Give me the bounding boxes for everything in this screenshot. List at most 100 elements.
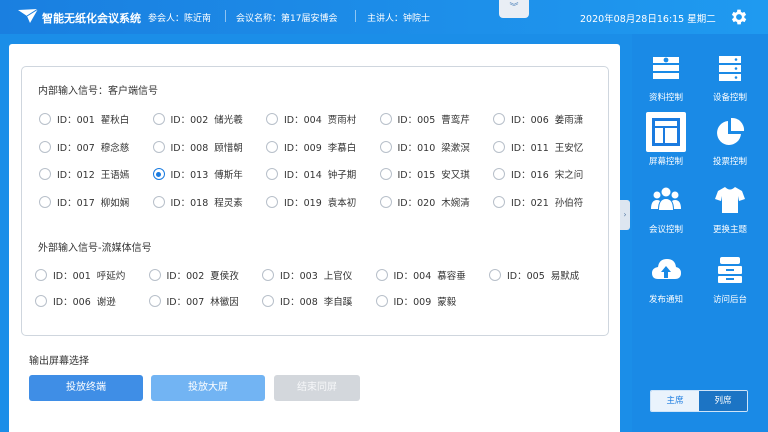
signal-option[interactable]: ID：010 梁漱溟: [379, 139, 470, 155]
sidebar-item-screen-control[interactable]: 屏幕控制: [636, 106, 696, 172]
radio-button[interactable]: [262, 269, 274, 281]
sidebar: 资料控制 设备控制 屏幕控制 投票控制 会议控制 更换主题 发布通知 访问后台 …: [632, 34, 768, 432]
signal-option[interactable]: ID：003 上官仪: [262, 267, 352, 283]
signal-option[interactable]: ID：001 翟秋白: [39, 111, 129, 127]
signal-id: ID：008: [280, 297, 318, 308]
radio-button[interactable]: [375, 269, 388, 281]
sidebar-item-access-backend[interactable]: 访问后台: [700, 244, 760, 310]
signal-option[interactable]: ID：009 李慕白: [266, 139, 356, 155]
cast-to-big-screen-button[interactable]: 投放大屏: [151, 375, 265, 401]
attendee-role-tab[interactable]: 列席: [699, 391, 747, 411]
sidebar-item-meeting-control[interactable]: 会议控制: [636, 174, 696, 240]
radio-button[interactable]: [375, 295, 388, 307]
sidebar-item-vote-control[interactable]: 投票控制: [700, 106, 760, 172]
radio-button[interactable]: [379, 195, 392, 208]
radio-button[interactable]: [39, 140, 51, 153]
radio-button[interactable]: [379, 168, 392, 180]
radio-button[interactable]: [35, 295, 47, 307]
signal-option[interactable]: ID：018 程灵素: [152, 194, 243, 210]
sidebar-item-device-control[interactable]: 设备控制: [700, 42, 760, 108]
radio-button[interactable]: [35, 269, 47, 281]
signal-option[interactable]: ID：005 曹鸾芹: [379, 111, 470, 127]
signal-option[interactable]: ID：017 柳如娴: [39, 194, 129, 210]
signal-id: ID：016: [511, 170, 549, 181]
signal-id: ID：005: [397, 115, 436, 126]
sidebar-item-label: 屏幕控制: [648, 157, 683, 167]
radio-button[interactable]: [262, 295, 274, 307]
signal-option[interactable]: ID：007 穆念慈: [39, 139, 129, 155]
radio-button[interactable]: [379, 113, 392, 125]
sidebar-item-change-theme[interactable]: 更换主题: [700, 174, 760, 240]
signal-option[interactable]: ID：005 易默成: [489, 267, 579, 283]
signal-option[interactable]: ID：015 安又琪: [379, 166, 470, 182]
signal-option[interactable]: ID：001 呼延灼: [35, 267, 125, 283]
signal-id: ID：001: [53, 271, 91, 282]
signal-id: ID：002: [166, 271, 205, 282]
date-time: 2020年08月28日16:15 星期二: [580, 14, 716, 25]
sidebar-item-publish-notice[interactable]: 发布通知: [636, 244, 696, 310]
signal-option[interactable]: ID：004 贾雨村: [266, 111, 356, 127]
signal-option[interactable]: ID：008 顾惜朝: [152, 139, 243, 155]
radio-button[interactable]: [379, 140, 392, 153]
signal-name: 程灵素: [214, 197, 243, 209]
radio-button[interactable]: [493, 140, 505, 153]
signal-option[interactable]: ID：013 傅斯年: [152, 166, 243, 182]
radio-button[interactable]: [266, 168, 278, 180]
signal-option[interactable]: ID：021 孙伯符: [493, 194, 583, 210]
signal-option[interactable]: ID：006 谢逊: [35, 293, 116, 309]
signal-option[interactable]: ID：014 钟子期: [266, 166, 356, 182]
sidebar-toggle-handle[interactable]: ›: [620, 200, 630, 230]
signal-option[interactable]: ID：012 王语嫣: [39, 166, 129, 182]
signal-id: ID：006: [511, 115, 549, 126]
signal-name: 王语嫣: [100, 170, 130, 181]
signal-id: ID：004: [284, 115, 322, 126]
radio-button[interactable]: [266, 113, 278, 125]
radio-button[interactable]: [152, 140, 165, 153]
radio-button[interactable]: [493, 195, 505, 208]
radio-button[interactable]: [148, 269, 161, 281]
radio-button[interactable]: [493, 113, 505, 125]
radio-button[interactable]: [39, 168, 51, 180]
signal-option[interactable]: ID：006 姜雨潇: [493, 111, 583, 127]
signal-id: ID：007: [57, 142, 95, 154]
document-control-icon: [653, 57, 679, 79]
radio-button[interactable]: [266, 140, 278, 153]
signal-id: ID：004: [393, 271, 432, 282]
radio-button[interactable]: [493, 168, 505, 180]
signal-option[interactable]: ID：004 慕容垂: [375, 267, 466, 283]
sidebar-item-label: 更换主题: [712, 225, 747, 235]
signal-option[interactable]: ID：019 袁本初: [266, 194, 356, 210]
signal-option[interactable]: ID：008 李自蹊: [262, 293, 352, 309]
signal-option[interactable]: ID：020 木婉清: [379, 194, 470, 210]
radio-button[interactable]: [152, 168, 165, 180]
signal-option[interactable]: ID：011 王安忆: [493, 139, 583, 155]
role-toggle: 主席 列席: [650, 390, 748, 412]
signal-option[interactable]: ID：002 夏侯孜: [148, 267, 239, 283]
signal-option[interactable]: ID：002 储光羲: [152, 111, 243, 127]
end-screen-share-button[interactable]: 结束同屏: [274, 375, 360, 401]
signal-name: 翟秋白: [100, 115, 130, 126]
signal-name: 梁漱溟: [441, 142, 470, 154]
radio-button[interactable]: [489, 269, 501, 281]
radio-button[interactable]: [152, 113, 165, 125]
signal-name: 夏侯孜: [210, 271, 239, 282]
signal-name: 上官仪: [323, 271, 353, 282]
radio-button[interactable]: [39, 113, 51, 125]
gear-icon[interactable]: [729, 7, 749, 27]
signal-option[interactable]: ID：016 宋之问: [493, 166, 583, 182]
header-collapse-button[interactable]: ︾: [499, 0, 529, 18]
cast-to-terminal-button[interactable]: 投放终端: [29, 375, 143, 401]
signal-id: ID：007: [166, 297, 205, 308]
radio-button[interactable]: [148, 295, 161, 307]
sidebar-item-document-control[interactable]: 资料控制: [636, 42, 696, 108]
chair-role-tab[interactable]: 主席: [651, 391, 699, 411]
signal-name: 木婉清: [441, 197, 470, 209]
radio-button[interactable]: [152, 195, 165, 208]
signal-option[interactable]: ID：009 蒙毅: [375, 293, 456, 309]
radio-button[interactable]: [266, 195, 278, 208]
people-icon: [651, 187, 681, 210]
radio-button[interactable]: [39, 195, 51, 208]
signal-option[interactable]: ID：007 林徽因: [148, 293, 239, 309]
signal-id: ID：009: [393, 297, 432, 308]
external-signal-label: 外部输入信号-流媒体信号: [38, 243, 152, 254]
